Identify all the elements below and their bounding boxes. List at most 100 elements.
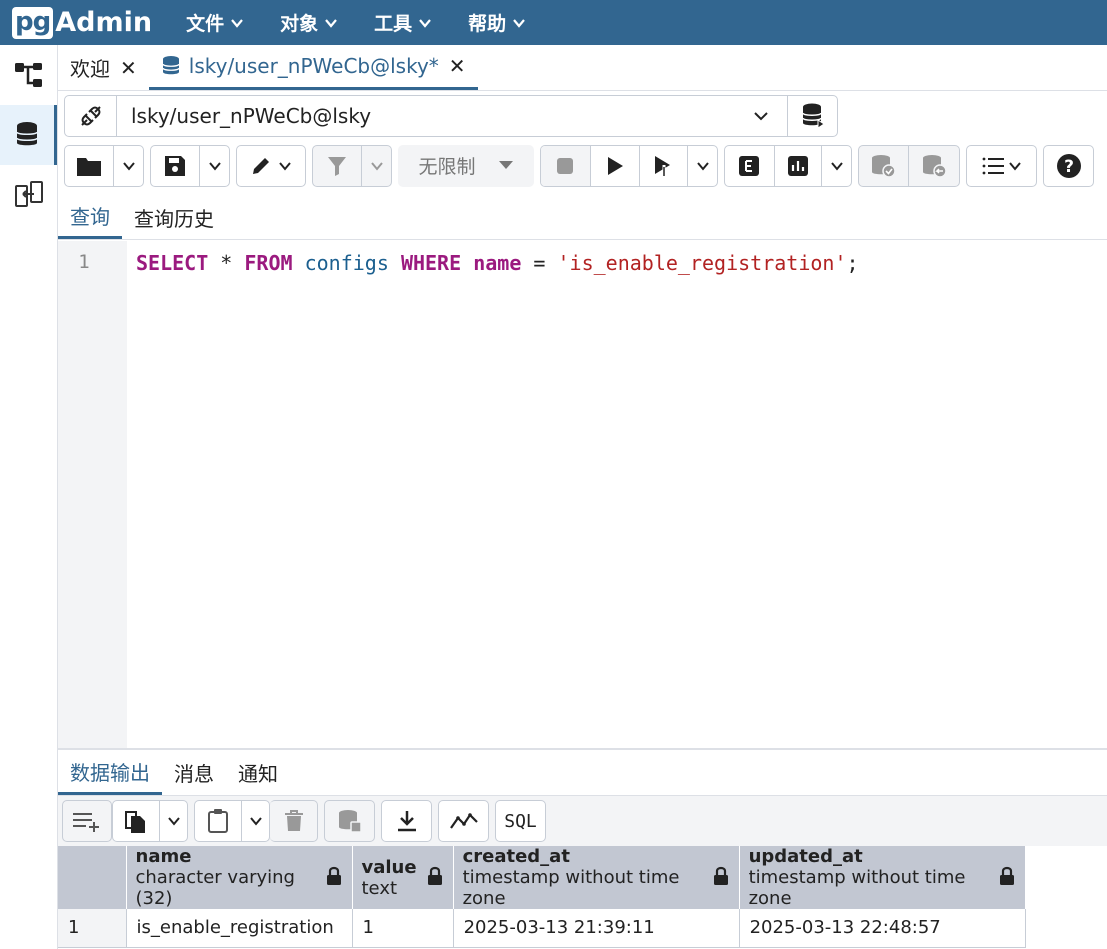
row-limit-select[interactable]: 无限制 — [398, 145, 534, 187]
execute-button[interactable] — [591, 146, 641, 186]
cell-updated-at[interactable]: 2025-03-13 22:48:57 — [739, 909, 1026, 948]
lock-icon — [326, 866, 341, 885]
paste-button[interactable] — [195, 801, 243, 841]
chevron-down-icon — [279, 162, 291, 171]
filter-button[interactable] — [313, 146, 363, 186]
delete-row-button[interactable] — [270, 801, 317, 841]
tab-data-output[interactable]: 数据输出 — [58, 750, 162, 795]
column-type: text — [361, 877, 398, 899]
cell-name[interactable]: is_enable_registration — [126, 909, 353, 948]
sql-editor[interactable]: 1 SELECT * FROM configs WHERE name = 'is… — [58, 241, 1107, 748]
execute-dropdown[interactable] — [688, 146, 717, 186]
stop-button[interactable] — [541, 146, 591, 186]
chevron-down-icon — [754, 112, 768, 121]
chevron-down-icon — [696, 162, 709, 171]
row-limit-button[interactable]: 无限制 — [398, 145, 534, 185]
save-button[interactable] — [151, 146, 201, 186]
caret-down-icon — [498, 161, 513, 169]
database-icon — [162, 56, 180, 75]
menu-tools[interactable]: 工具 — [374, 9, 432, 36]
tab-query-history[interactable]: 查询历史 — [122, 195, 226, 239]
results-toolbar: SQL — [58, 796, 1107, 846]
stop-icon — [557, 158, 574, 174]
explain-analyze-button[interactable] — [775, 146, 823, 186]
new-connection-button[interactable] — [787, 96, 837, 136]
help-button[interactable]: ? — [1044, 146, 1093, 186]
object-explorer-button[interactable] — [0, 45, 57, 105]
query-tool-button[interactable] — [0, 105, 57, 165]
menu-object[interactable]: 对象 — [280, 9, 338, 36]
filter-icon — [328, 157, 347, 176]
sql-semicolon: ; — [846, 251, 859, 275]
chevron-down-icon — [419, 18, 431, 28]
column-header-updated-at[interactable]: updated_at timestamp without time zone — [739, 846, 1026, 909]
data-grid: name character varying (32) value text c… — [58, 846, 1026, 948]
sql-code-line[interactable]: SELECT * FROM configs WHERE name = 'is_e… — [136, 251, 859, 275]
tab-messages[interactable]: 消息 — [162, 750, 226, 795]
add-row-button[interactable] — [63, 801, 111, 841]
copy-dropdown[interactable] — [160, 801, 187, 841]
add-row-icon — [73, 813, 99, 832]
show-sql-button[interactable]: SQL — [496, 801, 545, 841]
menu-object-label: 对象 — [280, 13, 319, 35]
column-type: timestamp without time zone — [748, 867, 966, 909]
menu-tools-label: 工具 — [374, 13, 413, 35]
column-type: character varying (32) — [135, 867, 296, 909]
macros-button[interactable] — [967, 146, 1036, 186]
line-number: 1 — [78, 251, 90, 273]
column-header-name[interactable]: name character varying (32) — [126, 846, 353, 909]
row-number-cell[interactable]: 1 — [58, 909, 127, 948]
editor-tabs: 欢迎 ✕ lsky/user_nPWeCb@lsky* ✕ — [58, 45, 1107, 91]
rollback-button[interactable] — [909, 146, 959, 186]
column-name: updated_at — [748, 846, 863, 867]
copy-group — [112, 800, 188, 842]
execute-script-button[interactable] — [640, 146, 689, 186]
schema-diff-button[interactable] — [0, 165, 57, 225]
cell-created-at[interactable]: 2025-03-13 21:39:11 — [453, 909, 740, 948]
tab-query-tool[interactable]: lsky/user_nPWeCb@lsky* ✕ — [148, 45, 478, 90]
table-row[interactable]: 1 is_enable_registration 1 2025-03-13 21… — [58, 909, 1026, 948]
graph-visualiser-button[interactable] — [439, 801, 488, 841]
menu-help[interactable]: 帮助 — [468, 9, 526, 36]
chevron-down-icon — [249, 817, 262, 826]
connection-status-button[interactable] — [65, 96, 117, 136]
close-icon[interactable]: ✕ — [449, 54, 466, 78]
tab-query[interactable]: 查询 — [58, 195, 122, 239]
tab-query-label: lsky/user_nPWeCb@lsky* — [188, 54, 439, 78]
play-icon — [608, 157, 624, 175]
database-add-icon — [801, 103, 825, 129]
connection-selector[interactable]: lsky/user_nPWeCb@lsky — [64, 95, 838, 137]
save-group — [150, 145, 230, 187]
paste-group — [194, 800, 270, 842]
svg-text:?: ? — [1064, 157, 1074, 177]
connection-dropdown[interactable] — [735, 96, 787, 136]
column-header-created-at[interactable]: created_at timestamp without time zone — [453, 846, 740, 909]
download-button[interactable] — [382, 801, 431, 841]
commit-button[interactable] — [859, 146, 909, 186]
open-file-button[interactable] — [65, 146, 115, 186]
column-header-value[interactable]: value text — [352, 846, 454, 909]
copy-button[interactable] — [113, 801, 161, 841]
object-explorer-icon — [14, 63, 42, 87]
tab-notifications[interactable]: 通知 — [226, 750, 290, 795]
explain-button[interactable] — [725, 146, 775, 186]
explain-dropdown[interactable] — [822, 146, 851, 186]
tab-welcome[interactable]: 欢迎 ✕ — [58, 45, 149, 90]
lock-icon — [427, 866, 442, 885]
chart-bar-icon — [787, 156, 808, 176]
save-dropdown[interactable] — [200, 146, 229, 186]
menu-file[interactable]: 文件 — [186, 9, 244, 36]
line-gutter: 1 — [58, 241, 127, 748]
close-icon[interactable]: ✕ — [120, 56, 137, 80]
edit-button[interactable] — [237, 146, 305, 186]
save-data-button[interactable] — [325, 801, 374, 841]
sql-group: SQL — [495, 800, 546, 842]
copy-icon — [125, 811, 146, 833]
column-name: value — [361, 856, 417, 878]
open-file-dropdown[interactable] — [114, 146, 143, 186]
paste-dropdown[interactable] — [242, 801, 269, 841]
cell-value[interactable]: 1 — [352, 909, 454, 948]
filter-dropdown[interactable] — [362, 146, 391, 186]
execute-group — [540, 145, 718, 187]
database-icon — [16, 122, 38, 146]
